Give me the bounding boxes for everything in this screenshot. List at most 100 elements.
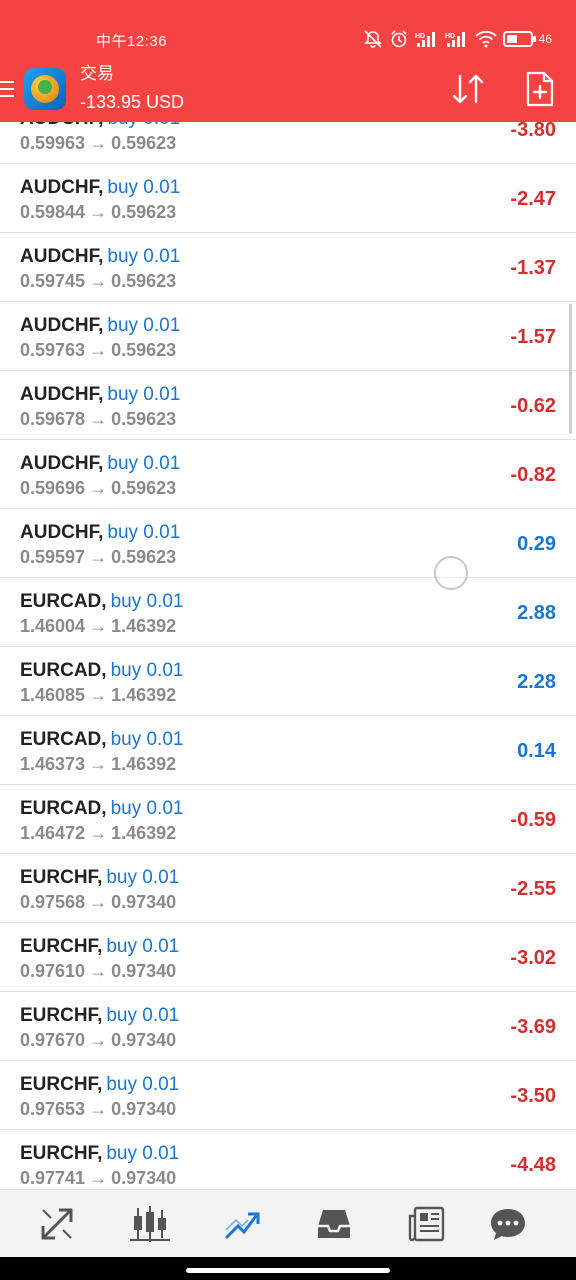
position-title: AUDCHF,buy 0.01 bbox=[20, 521, 180, 545]
signal-icon-1: HD bbox=[415, 28, 439, 50]
separator: , bbox=[98, 177, 104, 198]
arrow-right-icon: → bbox=[89, 823, 108, 843]
position-side: buy 0.01 bbox=[107, 384, 181, 405]
position-profit: -0.59 bbox=[510, 809, 556, 831]
position-profit: -2.47 bbox=[510, 188, 556, 210]
open-price: 0.59844 bbox=[20, 202, 86, 222]
position-row[interactable]: EURCHF, buy 0.01 0.97610 → 0.97340 -3.02 bbox=[0, 923, 576, 992]
position-symbol: EURCHF bbox=[20, 867, 98, 888]
position-title: AUDCHF,buy 0.01 bbox=[20, 452, 180, 476]
position-prices: 1.46085 → 1.46392 bbox=[20, 684, 176, 706]
position-row[interactable]: EURCHF, buy 0.01 0.97568 → 0.97340 -2.55 bbox=[0, 854, 576, 923]
arrow-right-icon: → bbox=[89, 202, 108, 222]
position-profit: 2.28 bbox=[517, 671, 556, 693]
position-row[interactable]: AUDCHF, buy 0.01 0.59763 → 0.59623 -1.57 bbox=[0, 302, 576, 371]
position-side: buy 0.01 bbox=[107, 315, 181, 336]
separator: , bbox=[98, 246, 104, 267]
position-symbol: EURCAD bbox=[20, 591, 102, 612]
position-symbol: AUDCHF bbox=[20, 522, 99, 543]
position-title: EURCHF, buy 0.01 bbox=[20, 866, 179, 890]
position-symbol: AUDCHF bbox=[20, 122, 98, 129]
quotes-tab[interactable] bbox=[33, 1202, 81, 1246]
position-row[interactable]: EURCAD, buy 0.01 1.46472 → 1.46392 -0.59 bbox=[0, 785, 576, 854]
separator: , bbox=[101, 591, 107, 612]
position-row[interactable]: EURCAD, buy 0.01 1.46004 → 1.46392 2.88 bbox=[0, 578, 576, 647]
position-row[interactable]: AUDCHF, buy 0.01 0.59678 → 0.59623 -0.62 bbox=[0, 371, 576, 440]
position-symbol: EURCHF bbox=[20, 936, 98, 957]
app-logo bbox=[24, 68, 66, 110]
position-symbol: AUDCHF bbox=[20, 177, 99, 198]
scrollbar[interactable] bbox=[569, 304, 572, 434]
position-profit: -2.55 bbox=[510, 878, 556, 900]
position-profit: -3.02 bbox=[510, 947, 556, 969]
position-prices: 0.97670 → 0.97340 bbox=[20, 1029, 176, 1051]
arrow-right-icon: → bbox=[89, 340, 108, 360]
position-side: buy 0.01 bbox=[110, 591, 184, 612]
position-row[interactable]: AUDCHF, buy 0.01 0.59963→0.59623 -3.80 bbox=[0, 122, 576, 164]
messages-tab[interactable] bbox=[484, 1202, 532, 1246]
positions-list[interactable]: EURCHF, buy 0.01 0.97741 → 0.97340 -4.48 EURCH… bbox=[0, 122, 576, 1189]
sort-button[interactable] bbox=[446, 68, 490, 110]
open-price: 0.59597 bbox=[20, 547, 86, 567]
news-tab[interactable] bbox=[403, 1202, 451, 1246]
position-profit: -4.48 bbox=[510, 1154, 556, 1176]
arrow-right-icon: → bbox=[89, 478, 108, 498]
position-title: EURCHF, buy 0.01 bbox=[20, 1073, 179, 1097]
signal-icon-2: HD bbox=[445, 28, 469, 50]
position-profit: -0.62 bbox=[510, 395, 556, 417]
separator: , bbox=[98, 384, 104, 405]
current-price: 0.59623 bbox=[111, 271, 177, 291]
position-row[interactable]: EURCHF, buy 0.01 0.97653 → 0.97340 -3.50 bbox=[0, 1061, 576, 1130]
position-side: buy 0.01 bbox=[110, 798, 184, 819]
position-symbol: AUDCHF bbox=[20, 453, 99, 474]
position-prices: 0.59844 → 0.59623 bbox=[20, 201, 176, 223]
open-price: 0.97741 bbox=[20, 1168, 86, 1188]
open-price: 1.46085 bbox=[20, 685, 86, 705]
account-balance: -133.95 USD bbox=[80, 92, 185, 112]
position-symbol: EURCAD bbox=[20, 660, 102, 681]
open-price: 1.46004 bbox=[20, 616, 86, 636]
position-row[interactable]: AUDCHF, buy 0.01 0.59696 → 0.59623 -0.82 bbox=[0, 440, 576, 509]
arrow-right-icon: → bbox=[89, 616, 108, 636]
menu-icon[interactable] bbox=[0, 76, 16, 104]
open-price: 0.59963 bbox=[20, 133, 86, 153]
open-price: 0.59678 bbox=[20, 409, 86, 429]
position-row[interactable]: AUDCHF, buy 0.01 0.59597 → 0.59623 0.29 bbox=[0, 509, 576, 578]
arrow-right-icon: → bbox=[89, 133, 108, 153]
position-side: buy 0.01 bbox=[107, 177, 181, 198]
position-title: EURCAD, buy 0.01 bbox=[20, 728, 183, 752]
newspaper-icon bbox=[408, 1206, 445, 1242]
arrow-right-icon: → bbox=[89, 961, 108, 981]
position-row[interactable]: EURCHF, buy 0.01 0.97741 → 0.97340 -4.48 bbox=[0, 1130, 576, 1189]
battery-level: 46 bbox=[538, 32, 552, 46]
separator: , bbox=[97, 1074, 103, 1095]
position-row[interactable]: EURCHF, buy 0.01 0.97670 → 0.97340 -3.69 bbox=[0, 992, 576, 1061]
chart-tab[interactable] bbox=[126, 1202, 174, 1246]
trade-tab[interactable] bbox=[218, 1202, 266, 1246]
home-gesture-bar[interactable] bbox=[186, 1268, 390, 1273]
current-price: 0.97340 bbox=[111, 1030, 177, 1050]
current-price: 1.46392 bbox=[111, 754, 177, 774]
position-side: buy 0.01 bbox=[107, 522, 181, 543]
bottom-navigation bbox=[0, 1189, 576, 1257]
position-side: buy 0.01 bbox=[110, 660, 184, 681]
candlestick-icon bbox=[130, 1206, 170, 1242]
sort-icon bbox=[452, 74, 484, 104]
battery-icon bbox=[502, 28, 536, 50]
position-row[interactable]: AUDCHF, buy 0.01 0.59745 → 0.59623 -1.37 bbox=[0, 233, 576, 302]
arrows-icon bbox=[41, 1208, 73, 1240]
position-row[interactable]: AUDCHF, buy 0.01 0.59844 → 0.59623 -2.47 bbox=[0, 164, 576, 233]
arrow-right-icon: → bbox=[89, 1099, 108, 1119]
svg-text:HD: HD bbox=[445, 33, 455, 40]
separator: , bbox=[98, 315, 104, 336]
position-prices: 0.97741 → 0.97340 bbox=[20, 1167, 176, 1189]
position-prices: 0.59763 → 0.59623 bbox=[20, 339, 176, 361]
open-price: 1.46472 bbox=[20, 823, 86, 843]
position-row[interactable]: EURCAD, buy 0.01 1.46373 → 1.46392 0.14 bbox=[0, 716, 576, 785]
position-row[interactable]: EURCAD, buy 0.01 1.46085 → 1.46392 2.28 bbox=[0, 647, 576, 716]
wifi-icon bbox=[474, 28, 497, 50]
new-order-button[interactable] bbox=[518, 68, 562, 110]
history-tab[interactable] bbox=[310, 1202, 358, 1246]
separator: , bbox=[98, 122, 103, 129]
inbox-icon bbox=[318, 1210, 350, 1238]
